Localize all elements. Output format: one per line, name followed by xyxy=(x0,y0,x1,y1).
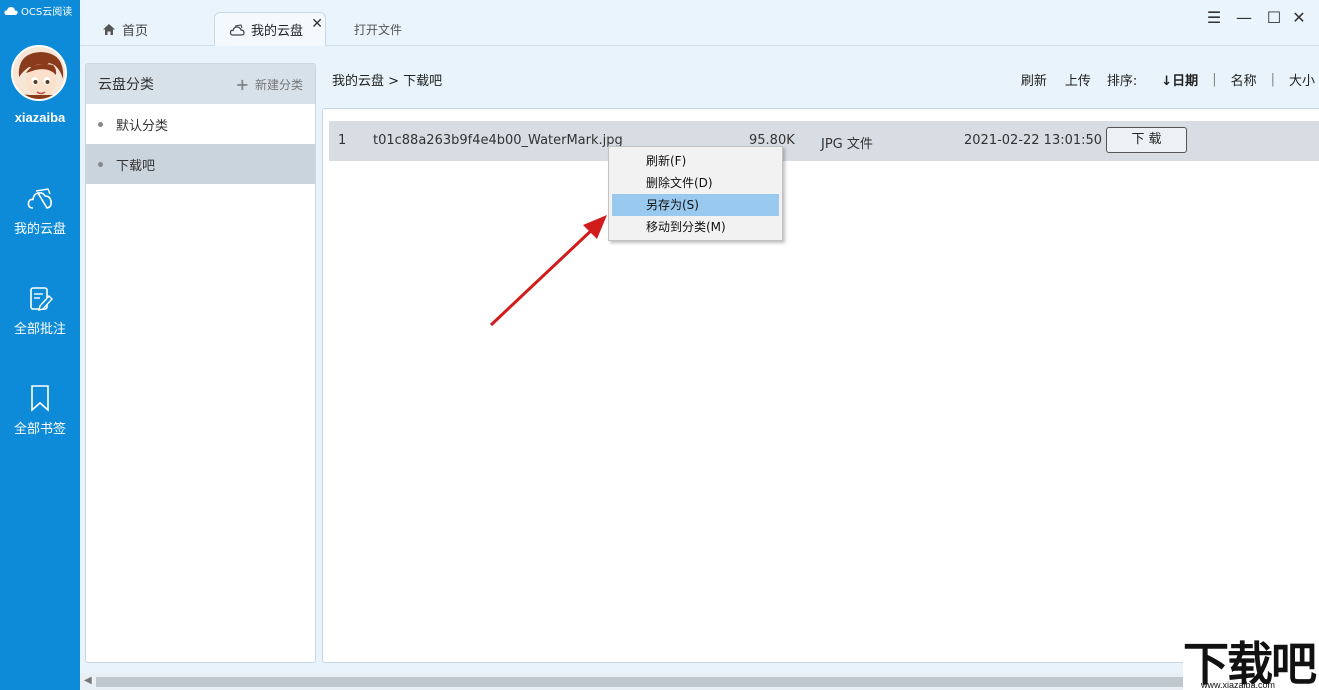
maximize-icon[interactable]: ☐ xyxy=(1264,8,1284,28)
tab-open-file[interactable]: 打开文件 xyxy=(354,12,402,46)
app-title-text: OCS云阅读 xyxy=(21,7,73,18)
rail-all-notes-label: 全部批注 xyxy=(13,322,66,337)
file-toolbar: 刷新 上传 排序: ↓日期 | 名称 | 大小 xyxy=(1021,70,1315,89)
rail-all-bookmarks-label: 全部书签 xyxy=(13,422,66,437)
file-date: 2021-02-22 13:01:50 xyxy=(964,133,1103,148)
close-icon[interactable]: ✕ xyxy=(1289,8,1309,28)
category-item-xiazaiba[interactable]: 下载吧 xyxy=(86,144,315,184)
cloud-icon xyxy=(229,23,245,36)
tab-open-file-label: 打开文件 xyxy=(354,22,403,37)
category-item-label: 默认分类 xyxy=(116,118,169,134)
upload-button[interactable]: 上传 xyxy=(1065,70,1091,89)
bookmark-icon xyxy=(31,385,49,412)
plus-icon: + xyxy=(235,74,249,94)
file-list: 1 t01c88a263b9f4e4b00_WaterMark.jpg 95.8… xyxy=(322,108,1319,663)
new-category-label: 新建分类 xyxy=(254,77,303,92)
category-header: 云盘分类 + 新建分类 xyxy=(86,64,315,104)
tab-close-icon[interactable]: ✕ xyxy=(311,16,323,32)
breadcrumb: 我的云盘 > 下载吧 xyxy=(332,74,443,89)
annotation-arrow-icon xyxy=(489,215,607,327)
tab-home[interactable]: 首页 xyxy=(102,12,148,46)
download-button[interactable]: 下载 xyxy=(1106,127,1187,153)
new-category-button[interactable]: + 新建分类 xyxy=(236,75,303,94)
menu-item-save-as[interactable]: 另存为(S) xyxy=(612,194,779,216)
file-index: 1 xyxy=(338,133,347,148)
left-rail: OCS云阅读 xiazaiba 我的云盘 全部批注 全部书签 xyxy=(0,0,80,690)
menu-item-delete-file[interactable]: 删除文件(D) xyxy=(612,172,779,194)
bullet-icon xyxy=(98,161,103,167)
username: xiazaiba xyxy=(14,110,66,125)
rail-all-notes[interactable]: 全部批注 xyxy=(0,286,80,337)
menu-item-refresh[interactable]: 刷新(F) xyxy=(612,150,779,172)
tab-my-cloud-label: 我的云盘 xyxy=(251,24,304,39)
tab-bar: 首页 我的云盘 ✕ 打开文件 ☰ — ☐ ✕ xyxy=(80,0,1319,46)
rail-my-cloud-label: 我的云盘 xyxy=(13,222,66,237)
horizontal-scrollbar[interactable]: ◀ xyxy=(80,673,1319,690)
avatar-image xyxy=(13,47,65,99)
category-header-title: 云盘分类 xyxy=(98,77,154,93)
note-edit-icon xyxy=(30,287,53,311)
sort-by-name-button[interactable]: 名称 xyxy=(1231,70,1257,89)
app-title: OCS云阅读 xyxy=(4,3,72,18)
bullet-icon xyxy=(98,121,103,127)
table-row[interactable]: 1 t01c88a263b9f4e4b00_WaterMark.jpg 95.8… xyxy=(329,121,1319,161)
menu-item-move-to-category[interactable]: 移动到分类(M) xyxy=(612,216,779,238)
category-item-default[interactable]: 默认分类 xyxy=(86,104,315,144)
watermark-url: www.xiazaiba.com xyxy=(1201,680,1276,690)
file-name: t01c88a263b9f4e4b00_WaterMark.jpg xyxy=(373,133,623,148)
sort-by-date-button[interactable]: ↓日期 xyxy=(1161,70,1198,89)
cloud-icon xyxy=(27,188,52,209)
watermark-logo: 下载吧 www.xiazaiba.com xyxy=(1183,632,1319,690)
file-type: JPG 文件 xyxy=(821,137,873,152)
minimize-icon[interactable]: — xyxy=(1234,8,1254,28)
category-panel: 云盘分类 + 新建分类 默认分类 下载吧 xyxy=(85,63,316,663)
refresh-button[interactable]: 刷新 xyxy=(1021,70,1047,89)
tab-my-cloud[interactable]: 我的云盘 ✕ xyxy=(214,12,326,46)
cloud-logo-icon xyxy=(4,6,18,15)
context-menu: 刷新(F) 删除文件(D) 另存为(S) 移动到分类(M) xyxy=(608,146,783,241)
scroll-left-icon[interactable]: ◀ xyxy=(84,675,92,686)
avatar[interactable] xyxy=(11,45,67,101)
category-item-label: 下载吧 xyxy=(116,158,156,174)
sort-label: 排序: xyxy=(1106,74,1138,89)
divider: | xyxy=(1270,72,1275,87)
menu-icon[interactable]: ☰ xyxy=(1204,8,1224,28)
sort-by-size-button[interactable]: 大小 xyxy=(1289,70,1315,89)
rail-all-bookmarks[interactable]: 全部书签 xyxy=(0,384,80,437)
tab-home-label: 首页 xyxy=(122,23,149,39)
scrollbar-thumb[interactable] xyxy=(96,677,1196,687)
rail-my-cloud[interactable]: 我的云盘 xyxy=(0,186,80,237)
divider: | xyxy=(1212,72,1217,87)
home-icon xyxy=(103,23,115,35)
